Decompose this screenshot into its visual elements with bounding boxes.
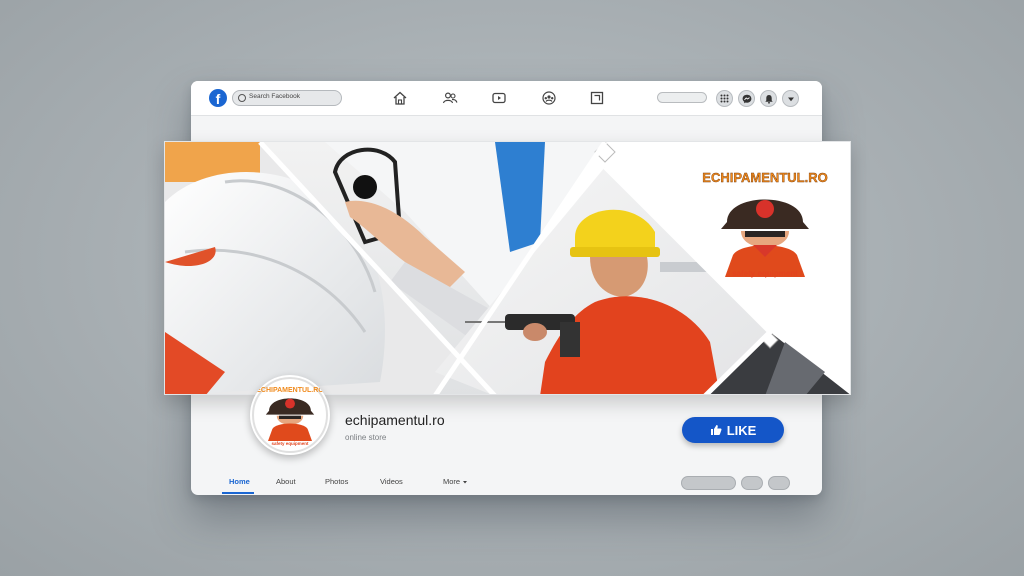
- search-input[interactable]: Search Facebook: [232, 90, 342, 106]
- tab-more-label: More: [443, 477, 461, 486]
- tab-more[interactable]: More: [443, 477, 468, 486]
- like-button-label: LIKE: [726, 422, 757, 438]
- search-placeholder: Search Facebook: [249, 93, 300, 100]
- action-bar-3[interactable]: [768, 476, 790, 490]
- shortcut-pill[interactable]: [657, 92, 707, 103]
- messenger-icon[interactable]: [738, 90, 755, 107]
- facebook-logo-icon[interactable]: f: [209, 89, 227, 107]
- home-icon[interactable]: [392, 90, 408, 106]
- gaming-icon[interactable]: [589, 90, 605, 106]
- tab-videos[interactable]: Videos: [380, 477, 403, 486]
- chevron-down-icon: [463, 480, 468, 483]
- action-bar-1[interactable]: [681, 476, 736, 490]
- avatar-tagline: safety equipment: [271, 441, 309, 446]
- cover-photo[interactable]: ECHIPAMENTUL.RO safety equipment: [164, 141, 851, 395]
- top-navigation-bar: f Search Facebook: [191, 81, 822, 116]
- notifications-icon[interactable]: [760, 90, 777, 107]
- groups-icon[interactable]: [541, 90, 557, 106]
- like-button[interactable]: LIKE: [682, 417, 784, 443]
- search-icon: [238, 94, 246, 102]
- account-caret-icon[interactable]: [782, 90, 799, 107]
- cover-brand-text: ECHIPAMENTUL.RO: [702, 170, 827, 185]
- tab-photos[interactable]: Photos: [325, 477, 348, 486]
- avatar-brand-text: ECHIPAMENTUL.RO: [256, 387, 324, 394]
- tab-about[interactable]: About: [276, 477, 296, 486]
- cover-tagline: safety equipment: [732, 269, 798, 278]
- profile-avatar[interactable]: ECHIPAMENTUL.RO safety equipment: [250, 375, 330, 455]
- active-tab-indicator: [222, 492, 254, 494]
- page-category: online store: [345, 433, 387, 442]
- menu-grid-icon[interactable]: [716, 90, 733, 107]
- watch-icon[interactable]: [491, 90, 507, 106]
- friends-icon[interactable]: [442, 90, 458, 106]
- tab-home[interactable]: Home: [229, 477, 250, 486]
- action-bar-2[interactable]: [741, 476, 763, 490]
- page-name: echipamentul.ro: [345, 412, 445, 428]
- thumbs-up-icon: [710, 425, 722, 435]
